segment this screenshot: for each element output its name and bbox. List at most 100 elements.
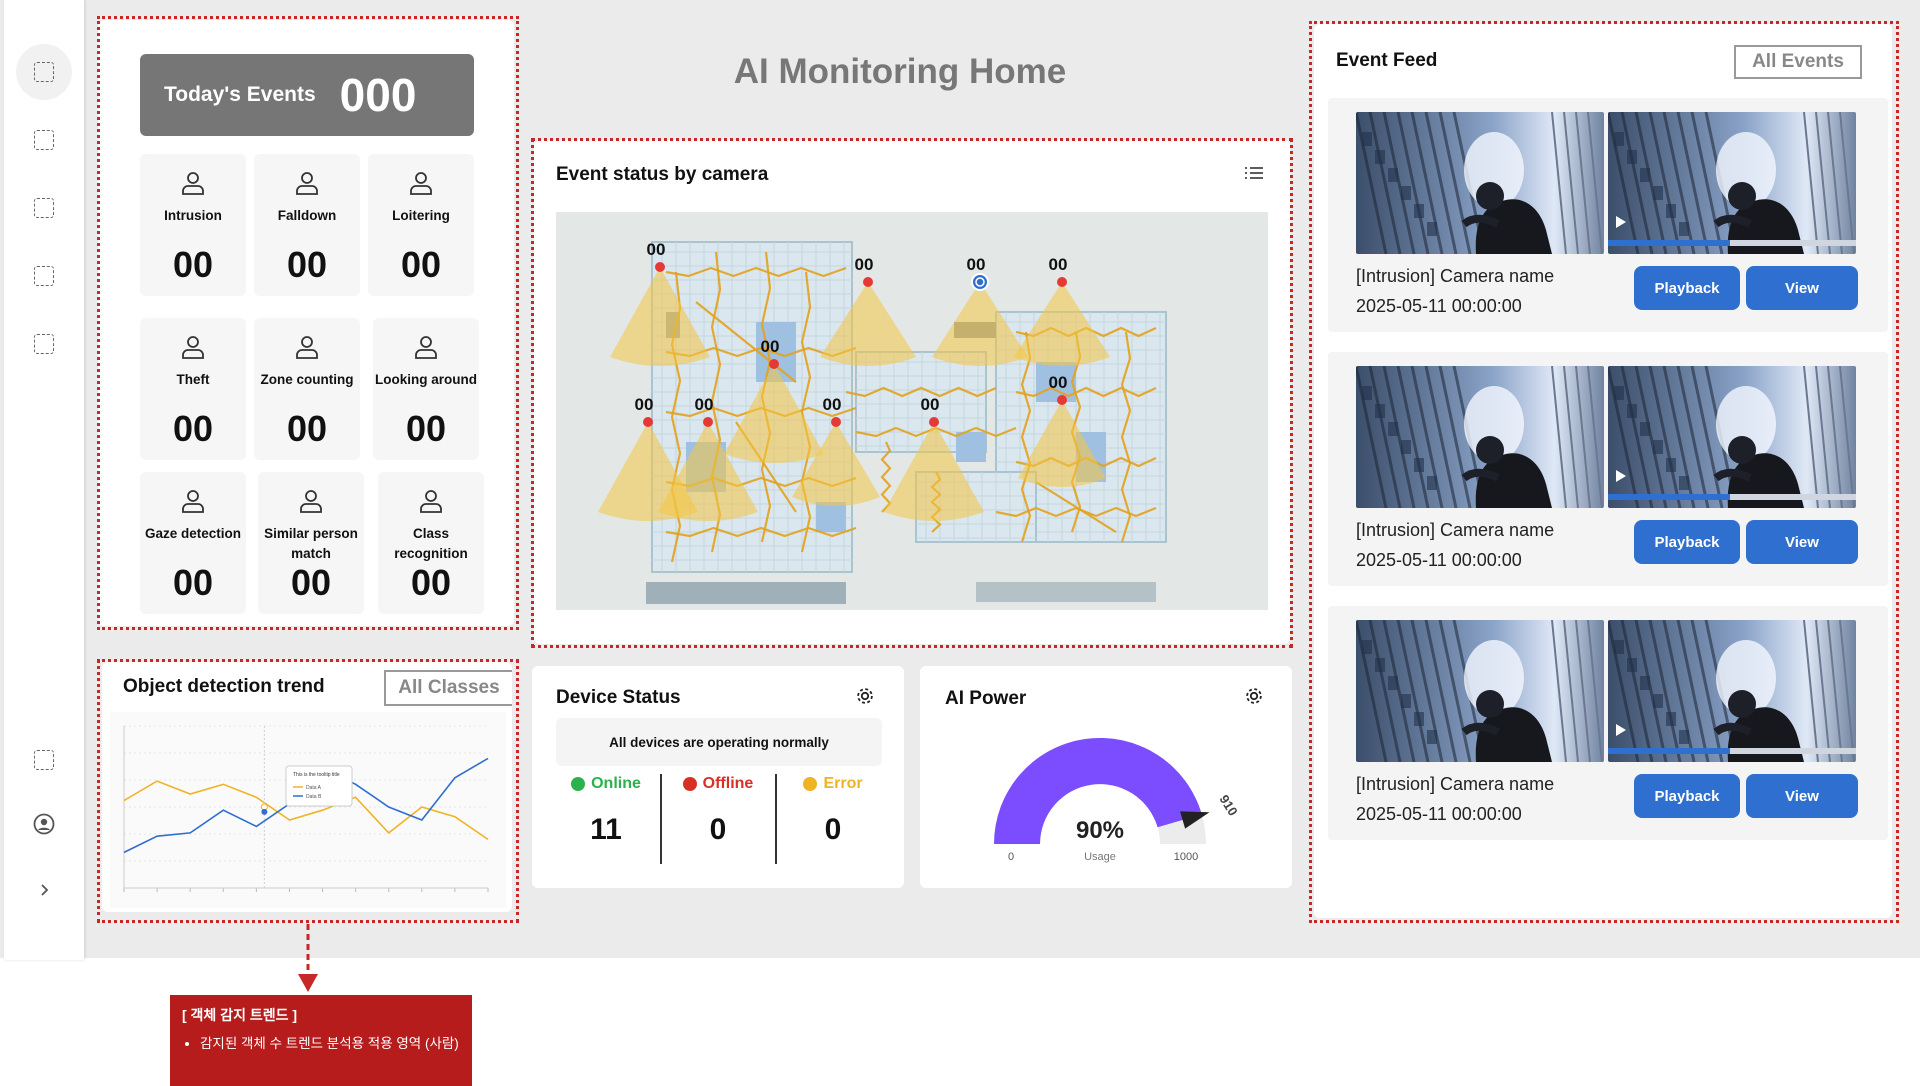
gauge-pointer-value: 910 xyxy=(1217,792,1240,818)
event-snapshot[interactable] xyxy=(1356,620,1604,762)
placeholder-icon xyxy=(34,130,54,150)
person-icon xyxy=(296,336,318,359)
feed-camera-name: [Intrusion] Camera name xyxy=(1356,774,1555,794)
annotation-arrow xyxy=(298,924,318,992)
event-tile[interactable]: Class recognition 00 xyxy=(378,472,484,614)
status-dot xyxy=(571,777,586,791)
event-tile-value: 00 xyxy=(172,562,214,603)
event-tile[interactable]: Loitering 00 xyxy=(368,154,474,296)
feed-camera-name: [Intrusion] Camera name xyxy=(1356,266,1555,286)
placeholder-icon xyxy=(34,198,54,218)
camera-map-title: Event status by camera xyxy=(556,164,769,185)
sidebar-item-3[interactable] xyxy=(16,180,72,236)
event-tile-label: Similar person match xyxy=(264,526,358,561)
status-dot xyxy=(682,777,697,791)
legend-entry: Data B xyxy=(306,794,322,800)
event-tile-value: 00 xyxy=(286,244,328,285)
camera-event-count: 00 xyxy=(1049,373,1068,392)
event-tile-label: Class recognition xyxy=(394,526,468,561)
device-status-message: All devices are operating normally xyxy=(556,718,882,766)
playback-button[interactable]: Playback xyxy=(1634,774,1740,818)
feed-item[interactable]: [Intrusion] Camera name 2025-05-11 00:00… xyxy=(1328,606,1888,840)
gauge-max-label: 1000 xyxy=(1174,851,1198,863)
camera-event-count: 00 xyxy=(855,255,874,274)
event-tile-value: 00 xyxy=(405,408,447,449)
view-button[interactable]: View xyxy=(1746,774,1858,818)
device-status-title: Device Status xyxy=(556,687,681,708)
person-icon xyxy=(300,490,322,513)
status-label: Error xyxy=(823,775,863,792)
profile-button[interactable] xyxy=(16,796,72,852)
feed-item[interactable]: [Intrusion] Camera name 2025-05-11 00:00… xyxy=(1328,98,1888,332)
sidebar-item-6[interactable] xyxy=(16,732,72,788)
event-tile-label: Looking around xyxy=(375,372,477,387)
event-tile[interactable]: Similar person match 00 xyxy=(258,472,364,614)
status-label: Online xyxy=(591,775,641,792)
ai-power-title: AI Power xyxy=(945,688,1027,709)
tooltip-title: This is the tooltip title xyxy=(293,772,340,778)
person-icon xyxy=(415,336,437,359)
sidebar-expand-button[interactable] xyxy=(16,862,72,918)
person-icon xyxy=(410,172,432,195)
legend-entry: Data A xyxy=(306,785,322,791)
gear-icon[interactable] xyxy=(1243,685,1265,707)
camera-event-count: 00 xyxy=(967,255,986,274)
event-tile-value: 00 xyxy=(290,562,332,603)
gear-icon[interactable] xyxy=(854,685,876,707)
all-classes-button[interactable]: All Classes xyxy=(384,670,512,706)
annotation-bullet: 감지된 객체 수 트렌드 분석용 적용 영역 (사람) xyxy=(200,1035,460,1052)
event-video-thumbnail[interactable] xyxy=(1608,366,1856,508)
status-value: 11 xyxy=(590,813,622,846)
event-tile[interactable]: Intrusion 00 xyxy=(140,154,246,296)
feed-camera-name: [Intrusion] Camera name xyxy=(1356,520,1555,540)
person-icon xyxy=(182,490,204,513)
event-tile[interactable]: Looking around 00 xyxy=(373,318,479,460)
placeholder-icon xyxy=(34,334,54,354)
event-tile-value: 00 xyxy=(172,408,214,449)
status-label: Offline xyxy=(702,775,754,792)
playback-button[interactable]: Playback xyxy=(1634,266,1740,310)
camera-event-count: 00 xyxy=(823,395,842,414)
gauge-usage-label: Usage xyxy=(1084,851,1116,863)
today-events-label: Today's Events xyxy=(164,83,316,106)
event-feed-title: Event Feed xyxy=(1336,50,1438,71)
event-tile[interactable]: Gaze detection 00 xyxy=(140,472,246,614)
device-status-online: Online 11 xyxy=(550,775,662,847)
event-tile-value: 00 xyxy=(286,408,328,449)
device-status-error: Error 0 xyxy=(777,775,889,847)
camera-event-count: 00 xyxy=(1049,255,1068,274)
event-tile[interactable]: Theft 00 xyxy=(140,318,246,460)
playback-button[interactable]: Playback xyxy=(1634,520,1740,564)
event-tile[interactable]: Falldown 00 xyxy=(254,154,360,296)
sidebar-item-5[interactable] xyxy=(16,316,72,372)
event-snapshot[interactable] xyxy=(1356,366,1604,508)
all-events-button[interactable]: All Events xyxy=(1734,45,1862,79)
feed-item[interactable]: [Intrusion] Camera name 2025-05-11 00:00… xyxy=(1328,352,1888,586)
sidebar-item-1[interactable] xyxy=(16,44,72,100)
feed-timestamp: 2025-05-11 00:00:00 xyxy=(1356,550,1522,570)
today-events-summary: Today's Events 000 xyxy=(140,54,474,136)
placeholder-icon xyxy=(34,750,54,770)
sidebar-item-2[interactable] xyxy=(16,112,72,168)
trend-title: Object detection trend xyxy=(123,676,325,697)
event-video-thumbnail[interactable] xyxy=(1608,620,1856,762)
event-snapshot[interactable] xyxy=(1356,112,1604,254)
view-button[interactable]: View xyxy=(1746,266,1858,310)
event-tile-label: Loitering xyxy=(392,208,450,223)
event-tile[interactable]: Zone counting 00 xyxy=(254,318,360,460)
list-icon[interactable] xyxy=(1244,165,1264,181)
sidebar xyxy=(4,0,84,960)
ai-power-gauge: 910 90% Usage 0 1000 xyxy=(994,737,1240,863)
camera-event-count: 00 xyxy=(921,395,940,414)
view-button[interactable]: View xyxy=(1746,520,1858,564)
sidebar-item-4[interactable] xyxy=(16,248,72,304)
event-tile-value: 00 xyxy=(172,244,214,285)
event-video-thumbnail[interactable] xyxy=(1608,112,1856,254)
feed-timestamp: 2025-05-11 00:00:00 xyxy=(1356,804,1522,824)
chart-tooltip: This is the tooltip title Data A Data B xyxy=(285,765,353,807)
divider xyxy=(660,774,662,864)
floor-map[interactable]: 00 00 00 00 00 00 00 00 00 00 xyxy=(556,212,1268,610)
divider xyxy=(775,774,777,864)
today-events-count: 000 xyxy=(339,69,417,121)
placeholder-icon xyxy=(34,62,54,82)
